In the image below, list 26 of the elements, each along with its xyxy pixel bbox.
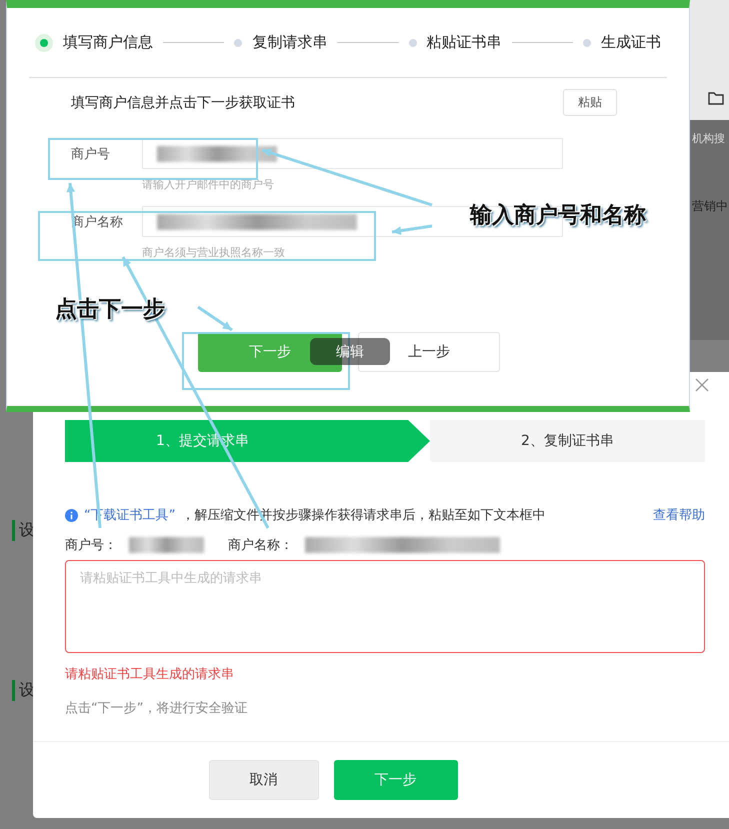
error-message: 请粘贴证书工具生成的请求串 [65, 666, 235, 683]
cancel-button[interactable]: 取消 [208, 760, 318, 800]
paste-button[interactable]: 粘贴 [563, 89, 617, 116]
annotation-text: 点击下一步 [55, 296, 165, 324]
form-title: 填写商户信息并点击下一步获取证书 [71, 94, 295, 112]
merchant-id-label: 商户号： [65, 537, 117, 554]
page-text: 营销中 [692, 198, 728, 215]
next-button[interactable]: 下一步 [334, 760, 458, 800]
step-label: 填写商户信息 [63, 33, 153, 52]
step-label: 复制请求串 [252, 33, 328, 52]
step-label: 粘贴证书串 [426, 33, 502, 52]
tooltip: 编辑 [310, 338, 390, 365]
hint-text: 点击“下一步”，将进行安全验证 [65, 700, 248, 717]
page-text: 机构搜 [692, 131, 725, 146]
merchant-name-label: 商户名称： [228, 537, 293, 554]
help-text: 商户名须与营业执照名称一致 [142, 245, 286, 260]
field-label: 商户号 [70, 146, 111, 162]
info-icon [65, 508, 78, 522]
request-field[interactable]: 请粘贴证书工具中生成的请求串 [65, 560, 705, 653]
step-label: 生成证书 [600, 33, 661, 52]
annotation-arrow [392, 224, 432, 235]
close-icon[interactable] [695, 378, 709, 392]
input-field[interactable] [142, 138, 563, 169]
help-link[interactable]: 查看帮助 [653, 506, 705, 524]
folder-icon [708, 92, 724, 105]
annotation-text: 输入商户号和名称 [470, 202, 646, 230]
